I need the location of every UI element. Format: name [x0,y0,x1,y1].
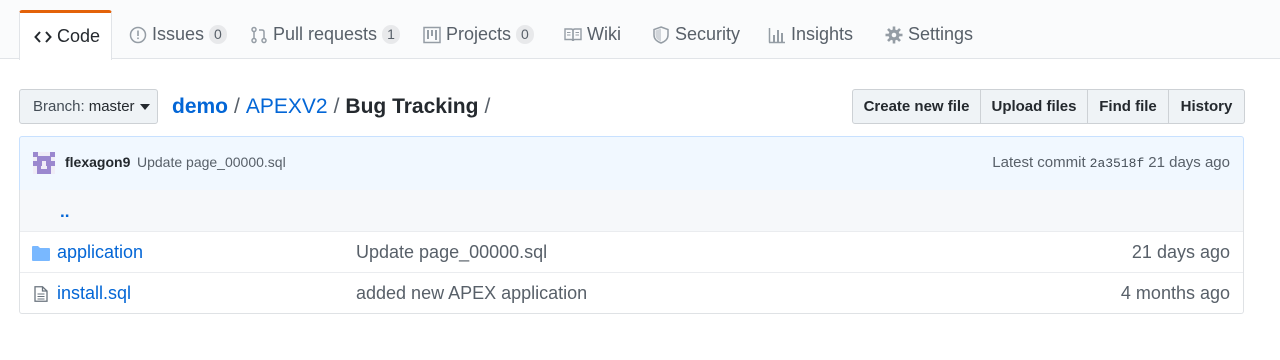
parent-directory-row: .. [20,190,1243,231]
file-name-link[interactable]: application [57,242,143,263]
projects-counter: 0 [516,25,534,44]
tab-code[interactable]: Code [19,10,112,60]
tab-insights[interactable]: Insights [768,10,853,59]
parent-directory-link[interactable]: .. [60,202,69,222]
file-name-link[interactable]: install.sql [57,283,131,304]
pull-request-icon [250,26,268,44]
tab-pull-requests[interactable]: Pull requests 1 [250,10,400,59]
tab-settings[interactable]: Settings [885,10,973,59]
latest-commit-bar: flexagon9 Update page_00000.sql Latest c… [19,136,1244,191]
latest-commit-label: Latest commit [992,154,1086,171]
create-new-file-button[interactable]: Create new file [852,89,981,124]
file-table: .. application Update page_00000.sql 21 … [19,190,1244,314]
tab-projects[interactable]: Projects 0 [423,10,534,59]
tab-wiki[interactable]: Wiki [564,10,621,59]
book-icon [564,26,582,44]
tab-label: Wiki [587,24,621,44]
branch-value: master [88,98,135,115]
project-icon [423,26,441,44]
tab-label: Settings [908,24,974,44]
breadcrumb: demo / APEXV2/Bug Tracking / [172,95,496,119]
breadcrumb-folder-link[interactable]: APEXV2 [246,95,328,118]
commit-sha-link[interactable]: 2a3518f [1090,156,1145,171]
breadcrumb-separator: / [484,95,491,118]
branch-select-button[interactable]: Branch: master [19,89,158,124]
commit-message-link[interactable]: Update page_00000.sql [137,154,286,170]
find-file-button[interactable]: Find file [1087,89,1169,124]
code-icon [34,28,52,46]
file-age: 21 days ago [1131,242,1230,262]
gear-icon [885,26,903,44]
history-button[interactable]: History [1168,89,1245,124]
commit-author-link[interactable]: flexagon9 [65,154,130,170]
file-commit-message[interactable]: Update page_00000.sql [356,242,547,263]
pull-requests-counter: 1 [382,25,400,44]
breadcrumb-current: Bug Tracking [345,95,479,118]
tab-label: Security [675,24,741,44]
repo-nav: Code Issues 0 Pull requests 1 Projects 0… [0,0,1280,60]
tab-label: Issues [152,24,205,44]
file-age: 4 months ago [1120,283,1230,303]
breadcrumb-repo-link[interactable]: demo [172,95,228,118]
graph-icon [768,26,786,44]
tab-security[interactable]: Security [652,10,740,59]
file-icon [34,286,48,302]
issues-counter: 0 [209,25,227,44]
tab-issues[interactable]: Issues 0 [129,10,227,59]
table-row: application Update page_00000.sql 21 day… [20,231,1243,272]
upload-files-button[interactable]: Upload files [980,89,1088,124]
table-row: install.sql added new APEX application 4… [20,272,1243,313]
folder-icon [32,246,50,261]
commit-meta: Latest commit 2a3518f 21 days ago [992,154,1230,171]
commit-age: 21 days ago [1148,154,1230,171]
shield-icon [652,25,670,44]
breadcrumb-separator: / [333,95,340,118]
tab-label: Code [57,26,101,46]
branch-label: Branch: [33,98,85,115]
caret-down-icon [139,103,150,110]
tab-label: Insights [791,24,854,44]
tab-label: Pull requests [273,24,378,44]
file-actions: Create new file Upload files Find file H… [852,89,1245,124]
breadcrumb-separator: / [234,95,240,118]
issue-icon [129,26,147,44]
file-commit-message[interactable]: added new APEX application [356,283,587,304]
tab-label: Projects [446,24,512,44]
avatar[interactable] [33,152,55,174]
